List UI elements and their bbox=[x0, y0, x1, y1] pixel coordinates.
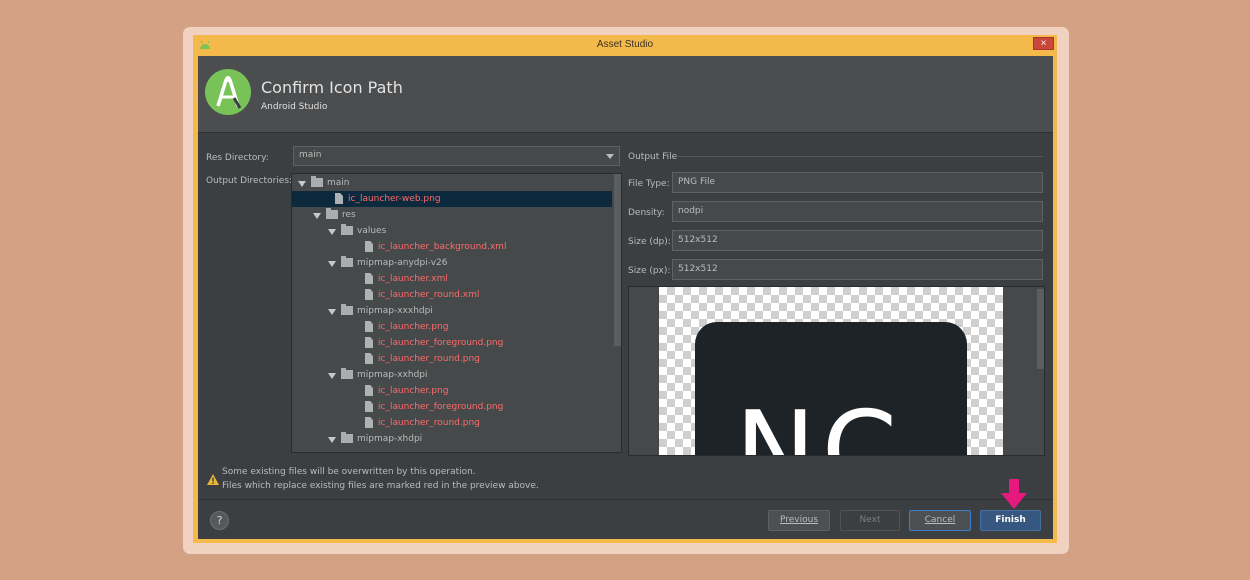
close-button[interactable]: × bbox=[1033, 37, 1054, 50]
tree-row[interactable]: values bbox=[292, 223, 612, 239]
title-bar[interactable]: Asset Studio × bbox=[193, 35, 1057, 55]
file-icon bbox=[365, 321, 373, 332]
output-directories-label: Output Directories: bbox=[206, 176, 293, 186]
warning-message-line1: Some existing files will be overwritten … bbox=[222, 467, 476, 477]
tree-row[interactable]: mipmap-xxxhdpi bbox=[292, 303, 612, 319]
file-type-label: File Type: bbox=[628, 179, 670, 189]
file-icon bbox=[365, 241, 373, 252]
tree-item-label: ic_launcher_background.xml bbox=[378, 242, 507, 252]
density-field[interactable]: nodpi bbox=[672, 201, 1043, 222]
tree-item-label: ic_launcher.png bbox=[378, 322, 449, 332]
file-icon bbox=[365, 401, 373, 412]
tree-row[interactable]: mipmap-xxhdpi bbox=[292, 367, 612, 383]
file-icon bbox=[365, 337, 373, 348]
page-subtitle: Android Studio bbox=[261, 102, 328, 112]
size-px-label: Size (px): bbox=[628, 266, 671, 276]
tree-item-label: mipmap-xxhdpi bbox=[357, 370, 428, 380]
size-px-field[interactable]: 512x512 bbox=[672, 259, 1043, 280]
tree-item-label: ic_launcher_round.png bbox=[378, 354, 480, 364]
chevron-down-icon[interactable] bbox=[606, 154, 614, 159]
tree-row[interactable]: ic_launcher_foreground.png bbox=[292, 399, 612, 415]
output-file-section-label: Output File bbox=[628, 152, 678, 162]
arrow-down-icon bbox=[1001, 479, 1027, 509]
size-dp-label: Size (dp): bbox=[628, 237, 671, 247]
tree-item-label: res bbox=[342, 210, 356, 220]
tree-row[interactable]: res bbox=[292, 207, 612, 223]
folder-icon bbox=[341, 256, 353, 267]
tree-item-label: mipmap-anydpi-v26 bbox=[357, 258, 448, 268]
file-icon bbox=[365, 385, 373, 396]
file-icon bbox=[335, 193, 343, 204]
launcher-icon-text: NC bbox=[735, 389, 904, 456]
folder-icon bbox=[311, 176, 323, 187]
tree-row[interactable]: ic_launcher_round.xml bbox=[292, 287, 612, 303]
transparency-checkerboard: NC bbox=[659, 287, 1003, 456]
expand-arrow-icon[interactable] bbox=[298, 181, 306, 187]
res-directory-select[interactable]: main bbox=[293, 146, 620, 166]
asset-studio-window: Asset Studio × Confirm Icon Path Android… bbox=[193, 35, 1057, 543]
icon-preview-panel: NC bbox=[628, 286, 1045, 456]
dialog-header: Confirm Icon Path Android Studio bbox=[198, 56, 1053, 133]
help-button[interactable]: ? bbox=[210, 511, 229, 530]
tree-row[interactable]: ic_launcher-web.png bbox=[292, 191, 612, 207]
preview-scrollbar[interactable] bbox=[1037, 289, 1044, 369]
tree-item-label: ic_launcher_round.xml bbox=[378, 290, 480, 300]
tree-item-label: ic_launcher.png bbox=[378, 386, 449, 396]
folder-icon bbox=[326, 208, 338, 219]
folder-icon bbox=[341, 432, 353, 443]
file-icon bbox=[365, 353, 373, 364]
tree-item-label: main bbox=[327, 178, 350, 188]
tree-row[interactable]: ic_launcher_round.png bbox=[292, 415, 612, 431]
tree-item-label: mipmap-xxxhdpi bbox=[357, 306, 433, 316]
res-directory-value: main bbox=[299, 150, 322, 160]
file-icon bbox=[365, 417, 373, 428]
tree-row[interactable]: ic_launcher_round.png bbox=[292, 351, 612, 367]
file-icon bbox=[365, 273, 373, 284]
window-title: Asset Studio bbox=[596, 39, 654, 50]
size-dp-field[interactable]: 512x512 bbox=[672, 230, 1043, 251]
folder-icon bbox=[341, 224, 353, 235]
page-title: Confirm Icon Path bbox=[261, 78, 403, 97]
file-icon bbox=[365, 289, 373, 300]
cancel-button[interactable]: Cancel bbox=[909, 510, 971, 531]
warning-message-line2: Files which replace existing files are m… bbox=[222, 481, 539, 491]
expand-arrow-icon[interactable] bbox=[313, 213, 321, 219]
output-directories-tree[interactable]: main ic_launcher-web.pngres values ic_launc… bbox=[291, 173, 622, 453]
expand-arrow-icon[interactable] bbox=[328, 309, 336, 315]
section-divider bbox=[678, 156, 1043, 157]
folder-icon bbox=[341, 368, 353, 379]
tree-row[interactable]: ic_launcher_foreground.png bbox=[292, 335, 612, 351]
file-type-field[interactable]: PNG File bbox=[672, 172, 1043, 193]
previous-button[interactable]: Previous bbox=[768, 510, 830, 531]
tree-item-label: ic_launcher_foreground.png bbox=[378, 338, 504, 348]
tree-row[interactable]: ic_launcher_background.xml bbox=[292, 239, 612, 255]
launcher-icon-preview: NC bbox=[695, 322, 967, 456]
dialog-body: Confirm Icon Path Android Studio Res Dir… bbox=[198, 56, 1053, 539]
finish-button[interactable]: Finish bbox=[980, 510, 1041, 531]
tree-row[interactable]: mipmap-anydpi-v26 bbox=[292, 255, 612, 271]
tree-scrollbar[interactable] bbox=[614, 174, 621, 346]
expand-arrow-icon[interactable] bbox=[328, 437, 336, 443]
tree-item-label: ic_launcher_foreground.png bbox=[378, 402, 504, 412]
tree-item-label: ic_launcher-web.png bbox=[348, 194, 441, 204]
tree-item-label: ic_launcher.xml bbox=[378, 274, 448, 284]
next-button[interactable]: Next bbox=[840, 510, 900, 531]
warning-icon bbox=[207, 474, 219, 485]
expand-arrow-icon[interactable] bbox=[328, 261, 336, 267]
tree-item-label: ic_launcher_round.png bbox=[378, 418, 480, 428]
res-directory-label: Res Directory: bbox=[206, 153, 269, 163]
android-studio-logo-icon bbox=[205, 69, 251, 115]
tree-row[interactable]: ic_launcher.png bbox=[292, 319, 612, 335]
tree-row[interactable]: ic_launcher.xml bbox=[292, 271, 612, 287]
tree-item-label: mipmap-xhdpi bbox=[357, 434, 423, 444]
folder-icon bbox=[341, 304, 353, 315]
expand-arrow-icon[interactable] bbox=[328, 373, 336, 379]
density-label: Density: bbox=[628, 208, 665, 218]
tree-row[interactable]: ic_launcher.png bbox=[292, 383, 612, 399]
tree-row[interactable]: main bbox=[292, 175, 612, 191]
tree-item-label: values bbox=[357, 226, 387, 236]
tree-row[interactable]: mipmap-xhdpi bbox=[292, 431, 612, 447]
footer-divider bbox=[198, 499, 1053, 500]
expand-arrow-icon[interactable] bbox=[328, 229, 336, 235]
